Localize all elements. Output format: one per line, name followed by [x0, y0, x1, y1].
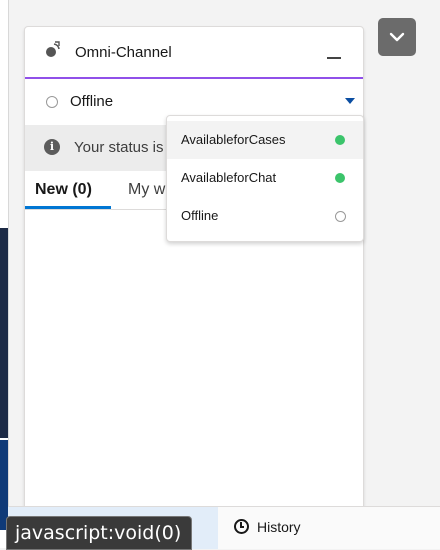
- history-button[interactable]: History: [234, 519, 301, 535]
- status-value: Offline: [70, 93, 114, 110]
- omni-channel-icon: [46, 41, 60, 57]
- omni-channel-panel: Omni-Channel Offline i Your status is Ne…: [24, 26, 364, 518]
- history-clock-icon: [234, 519, 249, 534]
- menu-item-label: AvailableforCases: [181, 132, 286, 147]
- caret-down-icon: [345, 98, 355, 104]
- menu-item-available-for-chat[interactable]: AvailableforChat: [167, 159, 363, 197]
- minimize-icon: [327, 57, 341, 59]
- menu-item-available-for-cases[interactable]: AvailableforCases: [167, 121, 363, 159]
- tab-new[interactable]: New (0): [35, 181, 92, 199]
- minimize-button[interactable]: [321, 45, 347, 65]
- available-status-icon: [335, 173, 345, 183]
- page-divider: [8, 0, 9, 548]
- offline-status-icon: [335, 211, 346, 222]
- menu-item-label: Offline: [181, 208, 219, 223]
- status-indicator-icon: [46, 96, 58, 108]
- background-page-dark: [0, 228, 8, 438]
- collapse-button[interactable]: [378, 18, 416, 56]
- panel-header: Omni-Channel: [25, 27, 363, 79]
- tab-my-work[interactable]: My w: [128, 181, 165, 199]
- chevron-down-icon: [389, 32, 405, 42]
- available-status-icon: [335, 135, 345, 145]
- notice-text: Your status is: [74, 139, 164, 156]
- info-icon: i: [44, 139, 60, 155]
- status-menu: AvailableforCases AvailableforChat Offli…: [166, 115, 364, 242]
- panel-title: Omni-Channel: [75, 44, 172, 61]
- menu-item-offline[interactable]: Offline: [167, 197, 363, 235]
- history-label: History: [257, 519, 301, 535]
- menu-item-label: AvailableforChat: [181, 170, 277, 185]
- active-tab-indicator: [25, 206, 111, 209]
- browser-status-url: javascript:void(0): [6, 516, 193, 550]
